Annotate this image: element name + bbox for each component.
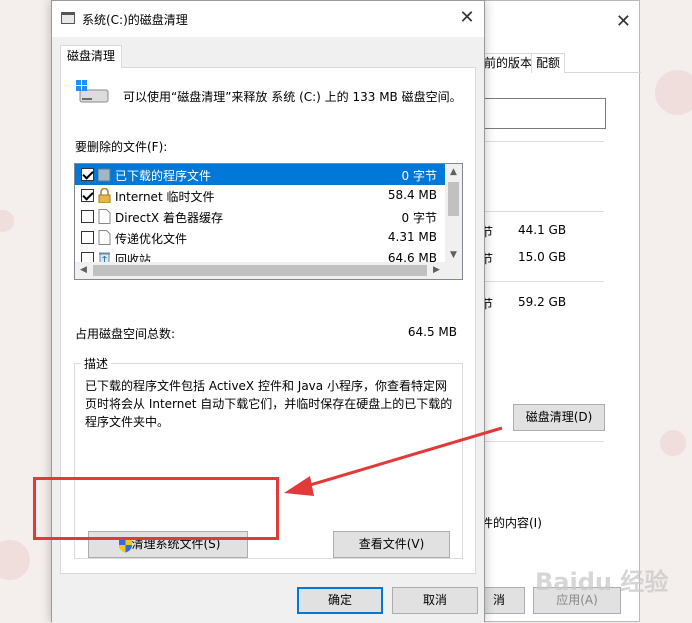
list-item[interactable]: DirectX 着色器缓存 0 字节 bbox=[75, 206, 445, 227]
file-size: 0 字节 bbox=[401, 211, 437, 225]
tab-disk-cleanup[interactable]: 磁盘清理 bbox=[60, 45, 123, 68]
disk-cleanup-app-icon bbox=[61, 12, 75, 24]
scroll-thumb[interactable] bbox=[448, 182, 459, 216]
scroll-left-icon[interactable]: ◀ bbox=[75, 262, 92, 279]
tab-quota[interactable]: 配额 bbox=[531, 53, 566, 73]
files-to-delete-label: 要删除的文件(F): bbox=[75, 140, 168, 154]
file-name: 已下载的程序文件 bbox=[115, 169, 212, 183]
divider bbox=[479, 211, 604, 212]
used-space-value: 44.1 GB bbox=[518, 223, 567, 237]
close-icon[interactable]: ✕ bbox=[616, 11, 631, 32]
background-blossom bbox=[0, 210, 14, 232]
title-bar: 系统(C:)的磁盘清理 ✕ bbox=[52, 1, 484, 37]
file-size: 58.4 MB bbox=[387, 188, 437, 202]
drive-icon bbox=[76, 80, 109, 103]
file-icon bbox=[98, 209, 111, 224]
list-item[interactable]: 传递优化文件 4.31 MB bbox=[75, 227, 445, 248]
annotation-highlight-box bbox=[33, 477, 279, 540]
horizontal-scrollbar[interactable]: ◀ ▶ bbox=[75, 262, 462, 279]
cancel-button[interactable]: 取消 bbox=[392, 587, 478, 614]
disk-cleanup-button[interactable]: 磁盘清理(D) bbox=[513, 404, 605, 431]
file-size: 4.31 MB bbox=[387, 230, 437, 244]
ok-button[interactable]: 确定 bbox=[297, 587, 383, 614]
checkbox[interactable] bbox=[81, 210, 94, 223]
divider bbox=[479, 141, 604, 142]
vertical-scrollbar[interactable]: ▲ ▼ bbox=[445, 164, 462, 264]
checkbox[interactable] bbox=[81, 231, 94, 244]
watermark: Baidu 经验 bbox=[535, 568, 669, 596]
file-name: Internet 临时文件 bbox=[115, 190, 215, 204]
scroll-up-icon[interactable]: ▲ bbox=[445, 164, 462, 181]
file-name: 传递优化文件 bbox=[115, 232, 188, 246]
close-icon[interactable]: ✕ bbox=[450, 1, 484, 35]
tab-previous-versions[interactable]: 前的版本 bbox=[479, 53, 538, 73]
lock-icon bbox=[98, 188, 111, 203]
total-space-label: 占用磁盘空间总数: bbox=[75, 327, 176, 341]
checkbox[interactable] bbox=[81, 168, 94, 181]
file-list[interactable]: 已下载的程序文件 0 字节 Internet 临时文件 58.4 MB Dire… bbox=[74, 163, 463, 280]
checkbox[interactable] bbox=[81, 189, 94, 202]
description-title: 描述 bbox=[81, 355, 112, 372]
background-properties-window: ✕ 前的版本 配额 节 44.1 GB 节 15.0 GB 节 59.2 GB … bbox=[470, 0, 641, 622]
list-item[interactable]: 已下载的程序文件 0 字节 bbox=[75, 164, 445, 185]
total-space-value: 64.5 MB bbox=[407, 325, 457, 339]
background-blossom bbox=[660, 430, 686, 456]
background-blossom bbox=[0, 540, 30, 580]
file-size: 0 字节 bbox=[401, 169, 437, 183]
capacity-value: 59.2 GB bbox=[518, 295, 567, 309]
scroll-thumb[interactable] bbox=[93, 265, 427, 276]
view-files-button[interactable]: 查看文件(V) bbox=[333, 531, 450, 558]
folder-icon bbox=[98, 168, 111, 182]
window-title: 系统(C:)的磁盘清理 bbox=[82, 13, 188, 27]
file-name: DirectX 着色器缓存 bbox=[115, 211, 223, 225]
annotation-arrow bbox=[284, 426, 503, 496]
label-field[interactable] bbox=[481, 98, 606, 129]
divider bbox=[479, 281, 604, 282]
list-item[interactable]: Internet 临时文件 58.4 MB bbox=[75, 185, 445, 206]
file-icon bbox=[98, 230, 111, 245]
background-tab-row: 前的版本 配额 bbox=[471, 53, 641, 73]
scroll-right-icon[interactable]: ▶ bbox=[428, 262, 445, 279]
background-blossom bbox=[655, 70, 692, 115]
free-space-value: 15.0 GB bbox=[518, 250, 567, 264]
summary-text: 可以使用“磁盘清理”来释放 系统 (C:) 上的 133 MB 磁盘空间。 bbox=[123, 90, 462, 104]
